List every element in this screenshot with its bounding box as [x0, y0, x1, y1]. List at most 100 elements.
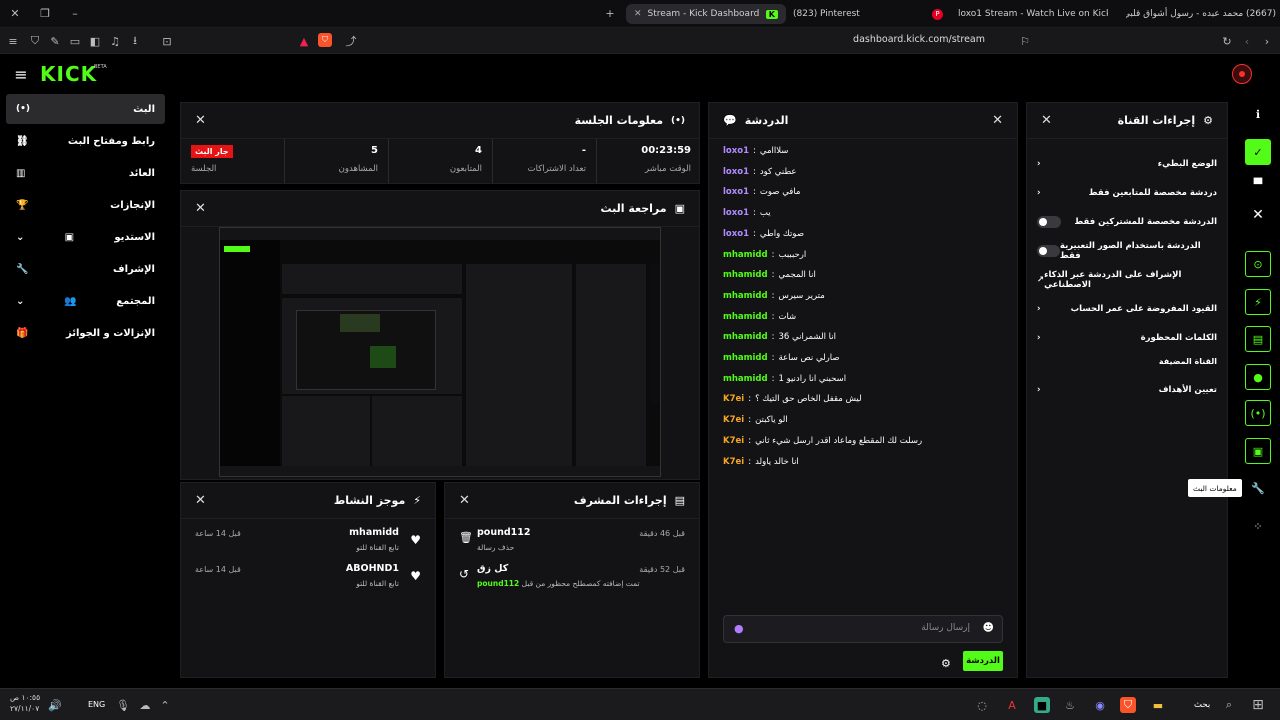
brave-shield-icon[interactable]: ⛉	[318, 33, 332, 47]
close-icon[interactable]: ✕	[992, 113, 1003, 128]
chevron-up-icon[interactable]: ⌃	[158, 698, 172, 712]
back-icon[interactable]: ›	[1260, 34, 1274, 48]
chat-username[interactable]: K7ei	[723, 415, 744, 425]
chat-username[interactable]: loxo1	[723, 229, 749, 239]
folder-icon[interactable]: ▬	[1150, 697, 1166, 713]
close-icon[interactable]: ✕	[195, 113, 206, 128]
chat-username[interactable]: mhamidd	[723, 291, 768, 301]
sidebar-icon[interactable]: ◧	[88, 34, 102, 48]
kick-logo[interactable]: KICK	[40, 62, 97, 86]
minimize-window-icon[interactable]: –	[68, 6, 82, 20]
check-icon[interactable]: ✓	[1245, 139, 1271, 165]
chat-username[interactable]: K7ei	[723, 436, 744, 446]
media-icon[interactable]: ♫	[108, 34, 122, 48]
sidebar-item-achievements[interactable]: 🏆 الإنجازات	[6, 190, 165, 220]
stream-info-icon[interactable]: ▣	[1245, 438, 1271, 464]
more-icon[interactable]: ⁘	[1245, 513, 1271, 539]
search-icon[interactable]: ⌕	[1222, 698, 1236, 712]
chat-username[interactable]: K7ei	[723, 394, 744, 404]
sidebar-item-moderation[interactable]: 🔧 الإشراف	[6, 254, 165, 284]
action-subscribers-only[interactable]: الدردشة مخصصة للمشتركين فقط	[1037, 207, 1217, 236]
forward-icon[interactable]: ‹	[1240, 34, 1254, 48]
search-label[interactable]: بحث	[1194, 700, 1210, 710]
close-icon[interactable]: ✕	[1041, 113, 1052, 128]
clock[interactable]: ١٠:٥٥ ص ٢٧/١١/٠٧	[10, 692, 40, 714]
language-indicator[interactable]: ENG	[88, 700, 105, 709]
brave-rewards-icon[interactable]: ▲	[298, 34, 310, 48]
new-tab-icon[interactable]: +	[603, 6, 617, 20]
sidebar-item-drops[interactable]: 🎁 الإنزالات و الجوائز	[6, 318, 165, 348]
app-icon[interactable]: A	[1004, 697, 1020, 713]
restore-window-icon[interactable]: ❐	[38, 6, 52, 20]
microphone-icon[interactable]: 🎙	[116, 698, 130, 712]
sidebar-item-stream[interactable]: (•) البث	[6, 94, 165, 124]
close-icon[interactable]: ✕	[195, 201, 206, 216]
download-icon[interactable]: ⭳	[128, 34, 142, 48]
volume-icon[interactable]: 🔊	[48, 698, 62, 712]
chat-username[interactable]: mhamidd	[723, 332, 768, 342]
menu-icon[interactable]: ≡	[6, 34, 20, 48]
close-icon[interactable]: ✕	[1245, 202, 1271, 228]
app-icon[interactable]: ■	[1034, 697, 1050, 713]
reload-icon[interactable]: ↻	[1220, 34, 1234, 48]
chat-send-button[interactable]: الدردشة	[963, 651, 1003, 671]
sidebar-item-stream-key[interactable]: ⛓ رابط ومفتاح البث	[6, 126, 165, 156]
sidebar-item-studio[interactable]: ⌄ ▣ الاستديو	[6, 222, 165, 252]
broadcast-icon[interactable]: (•)	[1245, 400, 1271, 426]
toggle-switch[interactable]	[1037, 244, 1060, 257]
close-window-icon[interactable]: ✕	[8, 6, 22, 20]
chat-username[interactable]: loxo1	[723, 167, 749, 177]
close-icon[interactable]: ✕	[459, 493, 470, 508]
hamburger-icon[interactable]: ≡	[12, 65, 30, 84]
wallet-icon[interactable]: ▭	[68, 34, 82, 48]
tab-loxo1-stream[interactable]: loxo1 Stream - Watch Live on Kick K	[958, 4, 1108, 24]
screenshot-icon[interactable]: ⊡	[160, 34, 174, 48]
chat-icon[interactable]: ●	[1245, 364, 1271, 390]
bookmark-icon[interactable]: ⚐	[1018, 34, 1032, 48]
info-icon[interactable]: ℹ	[1245, 101, 1271, 127]
app-icon[interactable]: ◌	[974, 698, 990, 712]
action-followers-only[interactable]: › دردشة مخصصة للمتابعين فقط	[1037, 178, 1217, 207]
network-icon[interactable]: ☁	[138, 698, 152, 712]
discord-icon[interactable]: ◉	[1092, 698, 1108, 712]
layout-icon[interactable]: ▀	[1245, 171, 1271, 197]
chat-username[interactable]: mhamidd	[723, 250, 768, 260]
action-emote-only[interactable]: الدردشة باستخدام الصور التعبيرية فقط	[1037, 236, 1217, 265]
extensions-icon[interactable]: ✎	[48, 34, 62, 48]
brave-icon[interactable]: ⛉	[1120, 697, 1136, 713]
chat-username[interactable]: mhamidd	[723, 312, 768, 322]
focus-icon[interactable]: ⊙	[1245, 251, 1271, 277]
share-icon[interactable]: ⤴	[344, 34, 358, 48]
shield-icon[interactable]: ⛉	[28, 34, 42, 48]
clipboard-icon[interactable]: ▤	[1245, 326, 1271, 352]
toggle-switch[interactable]	[1037, 215, 1061, 228]
start-icon[interactable]: ⊞	[1250, 697, 1266, 713]
gear-icon[interactable]: ⚙	[941, 657, 951, 670]
chat-username[interactable]: loxo1	[723, 187, 749, 197]
wrench-icon[interactable]: 🔧	[1245, 475, 1271, 501]
chat-username[interactable]: mhamidd	[723, 353, 768, 363]
tab-close-icon[interactable]: ✕	[634, 9, 642, 19]
chat-username[interactable]: mhamidd	[723, 270, 768, 280]
microphone-icon[interactable]: ●	[734, 622, 744, 635]
chat-username[interactable]: loxo1	[723, 146, 749, 156]
tab-youtube[interactable]: (2667) محمد عبده - رسول أشواق قلبي	[1126, 4, 1276, 24]
chat-username[interactable]: mhamidd	[723, 374, 768, 384]
sidebar-item-community[interactable]: ⌄ 👥 المجتمع	[6, 286, 165, 316]
chat-username[interactable]: loxo1	[723, 208, 749, 218]
action-banned-words[interactable]: › الكلمات المحظورة	[1037, 323, 1217, 352]
tab-kick-dashboard[interactable]: ✕ Stream - Kick Dashboard K	[626, 4, 786, 24]
action-account-age[interactable]: › القيود المفروضة على عمر الحساب	[1037, 294, 1217, 323]
lightning-icon[interactable]: ⚡	[1245, 289, 1271, 315]
emoji-icon[interactable]: ☻	[983, 621, 994, 634]
steam-icon[interactable]: ♨	[1062, 698, 1078, 712]
sidebar-item-revenue[interactable]: ▥ العائد	[6, 158, 165, 188]
action-ai-moderation[interactable]: ↗ الإشراف على الدردشة عبر الذكاء الاصطناع…	[1037, 265, 1217, 294]
tab-pinterest[interactable]: (823) Pinterest P	[793, 4, 943, 24]
avatar[interactable]	[1232, 64, 1252, 84]
url-text[interactable]: dashboard.kick.com/stream	[700, 34, 985, 48]
action-slow-mode[interactable]: › الوضع البطيء	[1037, 149, 1217, 178]
close-icon[interactable]: ✕	[195, 493, 206, 508]
stream-video[interactable]	[219, 227, 661, 477]
action-set-goals[interactable]: › تعيين الأهداف	[1037, 375, 1217, 404]
